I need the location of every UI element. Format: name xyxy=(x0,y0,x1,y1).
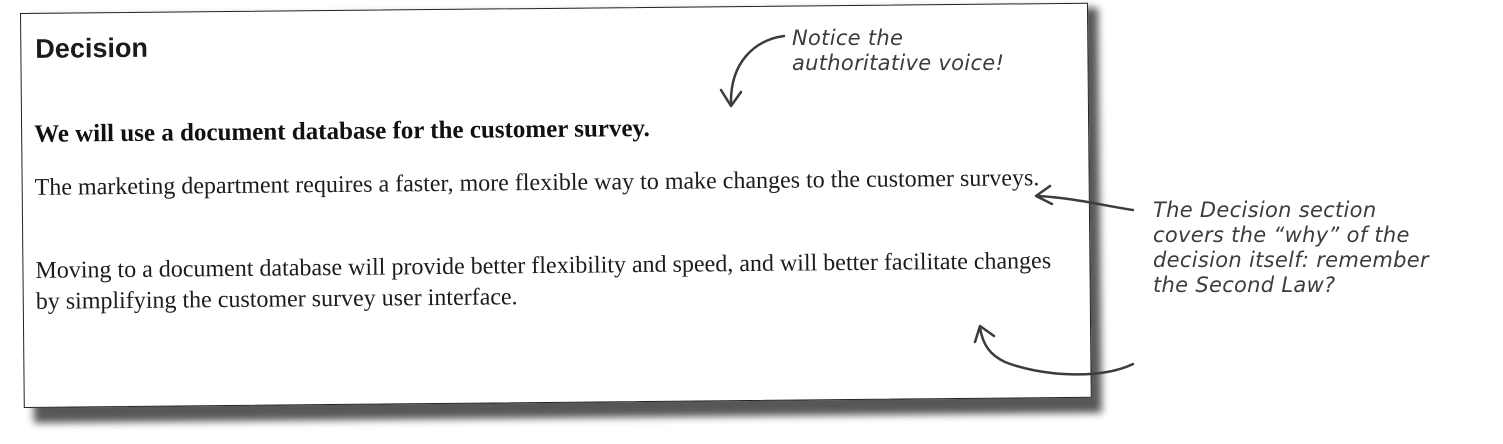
paragraph-consequence: Moving to a document database will provi… xyxy=(35,248,1052,315)
decision-statement: We will use a document database for the … xyxy=(34,114,650,148)
annotation-voice-note: Notice the authoritative voice! xyxy=(792,26,1005,75)
annotation-decision-note: The Decision section covers the “why” of… xyxy=(1153,198,1429,297)
paragraph-rationale: The marketing department requires a fast… xyxy=(34,165,1040,201)
section-title: Decision xyxy=(35,32,149,64)
